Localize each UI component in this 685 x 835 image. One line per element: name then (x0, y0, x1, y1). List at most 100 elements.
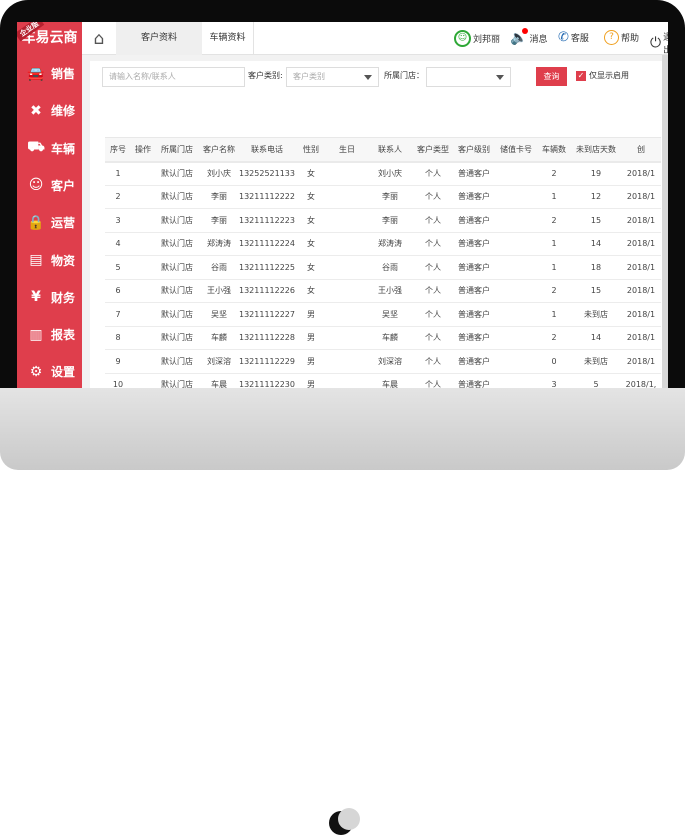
store-select[interactable] (426, 67, 511, 87)
table-cell (327, 255, 367, 280)
table-cell: 男 (295, 326, 327, 350)
table-row[interactable]: 6 默认门店 王小强 13211112226 女王小强 个人 普通客户 2 15 2018/1 (105, 279, 661, 303)
table-cell: 未到店 (571, 302, 621, 327)
monitor-chin (0, 388, 685, 835)
help-label: 帮助 (621, 34, 640, 44)
column-header[interactable]: 序号 (105, 137, 131, 163)
messages-button[interactable]: 🔈 消息 (510, 28, 547, 46)
logo: 企业版 车易云商 (17, 22, 82, 55)
column-header[interactable]: 操作 (131, 137, 155, 163)
column-header[interactable]: 客户名称 (199, 137, 239, 163)
table-row[interactable]: 4 默认门店 郑涛涛 13211112224 女郑涛涛 个人 普通客户 1 14 2018/1 (105, 232, 661, 256)
sidebar-item-5[interactable]: ▤ 物资 (17, 242, 82, 279)
table-cell (131, 302, 155, 327)
table-row[interactable]: 8 默认门店 车麟 13211112228 男车麟 个人 普通客户 2 14 2018/1 (105, 326, 661, 350)
table-cell: 18 (571, 255, 621, 280)
table-cell: 13211112223 (239, 208, 295, 233)
column-header[interactable]: 储值卡号 (495, 137, 537, 163)
column-header[interactable]: 未到店天数 (571, 137, 621, 163)
table-cell: 个人 (413, 326, 453, 350)
table-cell: 普通客户 (453, 161, 495, 186)
sidebar-item-1[interactable]: ✖ 维修 (17, 92, 82, 129)
table-cell: 默认门店 (155, 326, 199, 350)
table-cell: 13211112226 (239, 279, 295, 303)
sidebar-item-6[interactable]: ¥ 财务 (17, 279, 82, 316)
table-cell: 5 (105, 255, 131, 280)
table-cell: 吴坚 (367, 302, 413, 327)
sidebar-item-label: 设置 (51, 365, 76, 380)
table-cell: 李丽 (367, 208, 413, 233)
table-cell: 3 (105, 208, 131, 233)
column-header[interactable]: 所属门店 (155, 137, 199, 163)
table-cell: 10 (105, 373, 131, 388)
column-header[interactable]: 客户级别 (453, 137, 495, 163)
table-cell: 14 (571, 326, 621, 350)
table-cell: 个人 (413, 161, 453, 186)
table-cell: 刘深溶 (199, 349, 239, 374)
table-cell: 默认门店 (155, 279, 199, 303)
scrollbar[interactable] (662, 55, 668, 388)
column-header[interactable]: 客户类型 (413, 137, 453, 163)
table-cell: 男 (295, 302, 327, 327)
table-cell: 13211112230 (239, 373, 295, 388)
table-cell: 3 (537, 373, 571, 388)
sidebar-item-7[interactable]: ▥ 报表 (17, 316, 82, 353)
table-cell (131, 279, 155, 303)
sidebar-item-3[interactable]: ☺ 客户 (17, 167, 82, 204)
table-row[interactable]: 2 默认门店 李丽 13211112222 女李丽 个人 普通客户 1 12 2018/1 (105, 185, 661, 209)
sidebar-item-0[interactable]: 🚘 销售 (17, 55, 82, 92)
phone-icon: ✆ (558, 30, 569, 45)
home-icon[interactable]: ⌂ (82, 22, 116, 55)
table-row[interactable]: 10 默认门店 车晨 13211112230 男车晨 个人 普通客户 3 5 2018/1, (105, 373, 661, 388)
table-cell: 男 (295, 349, 327, 374)
column-header[interactable]: 创 (621, 137, 661, 163)
table-cell (131, 161, 155, 186)
only-enabled-checkbox[interactable]: ✓ (576, 71, 586, 81)
column-header[interactable]: 联系电话 (239, 137, 295, 163)
table-row[interactable]: 3 默认门店 李丽 13211112223 女李丽 个人 普通客户 2 15 2018/1 (105, 208, 661, 233)
customer-icon: ☺ (28, 177, 44, 194)
user-menu[interactable]: ☺ 刘邦丽 (454, 30, 500, 47)
table-cell: 2018/1 (621, 326, 661, 350)
table-cell: 个人 (413, 302, 453, 327)
table-cell: 19 (571, 161, 621, 186)
category-select[interactable]: 客户类别 (286, 67, 379, 87)
sidebar-item-4[interactable]: 🔒 运营 (17, 204, 82, 241)
table-cell: 车麟 (199, 326, 239, 350)
wrench-icon: ✖ (30, 102, 42, 119)
table-row[interactable]: 9 默认门店 刘深溶 13211112229 男刘深溶 个人 普通客户 0 未到店 2018/1 (105, 349, 661, 374)
table-cell: 2018/1 (621, 161, 661, 186)
help-button[interactable]: ? 帮助 (604, 30, 639, 45)
logout-label: 退出 (663, 33, 668, 56)
table-row[interactable]: 7 默认门店 吴坚 13211112227 男吴坚 个人 普通客户 1 未到店 2018/1 (105, 302, 661, 327)
sidebar-item-8[interactable]: ⚙ 设置 (17, 353, 82, 388)
column-header[interactable]: 车辆数 (537, 137, 571, 163)
table-cell: 刘深溶 (367, 349, 413, 374)
truck-icon: ⛟ (27, 139, 45, 156)
table-cell: 谷雨 (367, 255, 413, 280)
search-input[interactable]: 请输入名称/联系人 (102, 67, 245, 87)
table-cell: 13211112225 (239, 255, 295, 280)
customer-table: 序号 操作 所属门店 客户名称 联系电话 性别 生日 联系人 客户类型 客户级别 储值卡号 车辆数 未到… (105, 137, 661, 388)
table-cell: 男 (295, 373, 327, 388)
table-cell: 个人 (413, 232, 453, 256)
table-row[interactable]: 1 默认门店 刘小庆 13252521133 女刘小庆 个人 普通客户 2 19 2018/1 (105, 161, 661, 186)
service-button[interactable]: ✆ 客服 (558, 30, 589, 45)
table-cell (495, 302, 537, 327)
table-cell: 个人 (413, 255, 453, 280)
tab-vehicle-info[interactable]: 车辆资料 (202, 22, 254, 55)
table-cell (327, 302, 367, 327)
column-header[interactable]: 生日 (327, 137, 367, 163)
table-cell: 2 (537, 161, 571, 186)
table-cell: 个人 (413, 349, 453, 374)
table-row[interactable]: 5 默认门店 谷雨 13211112225 女谷雨 个人 普通客户 1 18 2018/1 (105, 255, 661, 280)
table-cell: 8 (105, 326, 131, 350)
column-header[interactable]: 联系人 (367, 137, 413, 163)
column-header[interactable]: 性别 (295, 137, 327, 163)
tab-customer-info[interactable]: 客户资料 (116, 22, 202, 55)
query-button[interactable]: 查询 (536, 67, 567, 86)
sidebar-item-2[interactable]: ⛟ 车辆 (17, 130, 82, 167)
logout-button[interactable]: ⏻ 退出 (650, 30, 668, 56)
table-cell: 女 (295, 185, 327, 209)
sidebar-item-label: 报表 (51, 328, 76, 343)
